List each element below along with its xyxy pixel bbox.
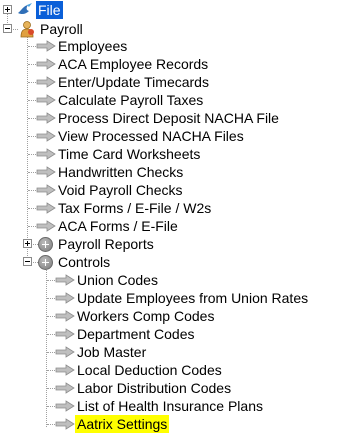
arrow-right-icon (36, 166, 56, 178)
tree-item-label: List of Health Insurance Plans (77, 398, 263, 414)
arrow-right-icon (36, 184, 56, 196)
tree-item-union-codes[interactable]: Union Codes (0, 271, 340, 289)
arrow-right-icon (55, 418, 75, 430)
tree-item-label: View Processed NACHA Files (58, 128, 244, 144)
arrow-right-icon (36, 130, 56, 142)
tree-node-label: Controls (58, 254, 111, 270)
tree-node-label: Payroll Reports (58, 236, 154, 252)
arrow-right-icon (55, 310, 75, 322)
tree-item-label: Employees (58, 38, 128, 54)
tree-connector (47, 352, 55, 353)
tree-connector (28, 172, 36, 173)
tree-connector (28, 64, 36, 65)
tree-item-aca-employee-records[interactable]: ACA Employee Records (0, 55, 340, 73)
tree-item-view-processed-nacha-files[interactable]: View Processed NACHA Files (0, 127, 340, 145)
tree-item-label: Department Codes (77, 326, 195, 342)
arrow-right-icon (36, 148, 56, 160)
tree-item-job-master[interactable]: Job Master (0, 343, 340, 361)
tree-item-label: Handwritten Checks (58, 164, 184, 180)
tree-item-tax-forms-e-file-w2s[interactable]: Tax Forms / E-File / W2s (0, 199, 340, 217)
person-icon (20, 21, 34, 38)
collapse-toggle[interactable] (23, 257, 32, 266)
tree-connector (47, 370, 55, 371)
tree-connector (47, 334, 55, 335)
tree-item-label: Enter/Update Timecards (58, 74, 209, 90)
arrow-right-icon (55, 346, 75, 358)
tree-item-label: Calculate Payroll Taxes (58, 92, 204, 108)
tree-item-employees[interactable]: Employees (0, 37, 340, 55)
arrow-right-icon (55, 364, 75, 376)
tree-item-label: ACA Employee Records (58, 56, 209, 72)
tree-item-local-deduction-codes[interactable]: Local Deduction Codes (0, 361, 340, 379)
tree-connector (47, 316, 55, 317)
tree-item-calculate-payroll-taxes[interactable]: Calculate Payroll Taxes (0, 91, 340, 109)
arrow-right-icon (55, 400, 75, 412)
tree-connector (28, 190, 36, 191)
arrow-right-icon (55, 382, 75, 394)
tree-item-label: Time Card Worksheets (58, 146, 201, 162)
tree-connector (47, 388, 55, 389)
collapse-toggle[interactable] (3, 24, 12, 33)
arrow-right-icon (55, 328, 75, 340)
tree-connector (28, 100, 36, 101)
tree-item-aatrix-settings[interactable]: Aatrix Settings (0, 415, 340, 433)
tree-connector (28, 208, 36, 209)
tree-item-label: Process Direct Deposit NACHA File (58, 110, 279, 126)
tree-item-label: Local Deduction Codes (77, 362, 222, 378)
payroll-tree-view[interactable]: File Payroll Employees ACA Employee Recor… (0, 0, 351, 440)
arrow-right-icon (36, 40, 56, 52)
tree-connector (47, 406, 55, 407)
tree-node-file[interactable]: File (0, 1, 120, 19)
tree-item-department-codes[interactable]: Department Codes (0, 325, 340, 343)
tree-item-label: ACA Forms / E-File (58, 218, 178, 234)
tree-connector (28, 46, 36, 47)
tree-item-enter-update-timecards[interactable]: Enter/Update Timecards (0, 73, 340, 91)
tree-item-list-of-health-insurance-plans[interactable]: List of Health Insurance Plans (0, 397, 340, 415)
arrow-right-icon (36, 202, 56, 214)
arrow-right-icon (36, 76, 56, 88)
tree-connector (28, 226, 36, 227)
tree-item-aca-forms-e-file[interactable]: ACA Forms / E-File (0, 217, 340, 235)
tree-node-label: File (36, 1, 63, 19)
plus-circle-icon (38, 255, 53, 270)
tree-item-label: Void Payroll Checks (58, 182, 183, 198)
arrow-right-icon (55, 274, 75, 286)
tree-item-label: Union Codes (77, 272, 158, 288)
tree-connector (28, 154, 36, 155)
tree-node-payroll-reports[interactable]: Payroll Reports (0, 235, 200, 253)
tree-connector (28, 118, 36, 119)
arrow-right-icon (36, 58, 56, 70)
tree-item-label: Workers Comp Codes (77, 308, 215, 324)
tree-item-handwritten-checks[interactable]: Handwritten Checks (0, 163, 340, 181)
tree-item-label: Job Master (77, 344, 147, 360)
tree-node-payroll[interactable]: Payroll (0, 20, 140, 38)
tree-item-update-employees-from-union-rates[interactable]: Update Employees from Union Rates (0, 289, 340, 307)
tree-connector (47, 280, 55, 281)
tree-connector (28, 136, 36, 137)
tree-connector (28, 82, 36, 83)
tree-item-labor-distribution-codes[interactable]: Labor Distribution Codes (0, 379, 340, 397)
tree-connector (47, 424, 55, 425)
bird-icon (18, 3, 32, 15)
tree-item-label: Update Employees from Union Rates (77, 290, 309, 306)
expand-toggle[interactable] (23, 239, 32, 248)
plus-circle-icon (38, 237, 53, 252)
tree-item-label: Tax Forms / E-File / W2s (58, 200, 212, 216)
tree-item-void-payroll-checks[interactable]: Void Payroll Checks (0, 181, 340, 199)
arrow-right-icon (36, 94, 56, 106)
tree-connector (47, 298, 55, 299)
tree-node-label: Payroll (40, 21, 83, 37)
tree-item-workers-comp-codes[interactable]: Workers Comp Codes (0, 307, 340, 325)
arrow-right-icon (36, 112, 56, 124)
tree-item-label: Labor Distribution Codes (77, 380, 232, 396)
arrow-right-icon (55, 292, 75, 304)
tree-item-process-direct-deposit-nacha-file[interactable]: Process Direct Deposit NACHA File (0, 109, 340, 127)
expand-toggle[interactable] (3, 5, 12, 14)
tree-item-label: Aatrix Settings (75, 415, 170, 433)
tree-node-controls[interactable]: Controls (0, 253, 200, 271)
tree-item-time-card-worksheets[interactable]: Time Card Worksheets (0, 145, 340, 163)
arrow-right-icon (36, 220, 56, 232)
